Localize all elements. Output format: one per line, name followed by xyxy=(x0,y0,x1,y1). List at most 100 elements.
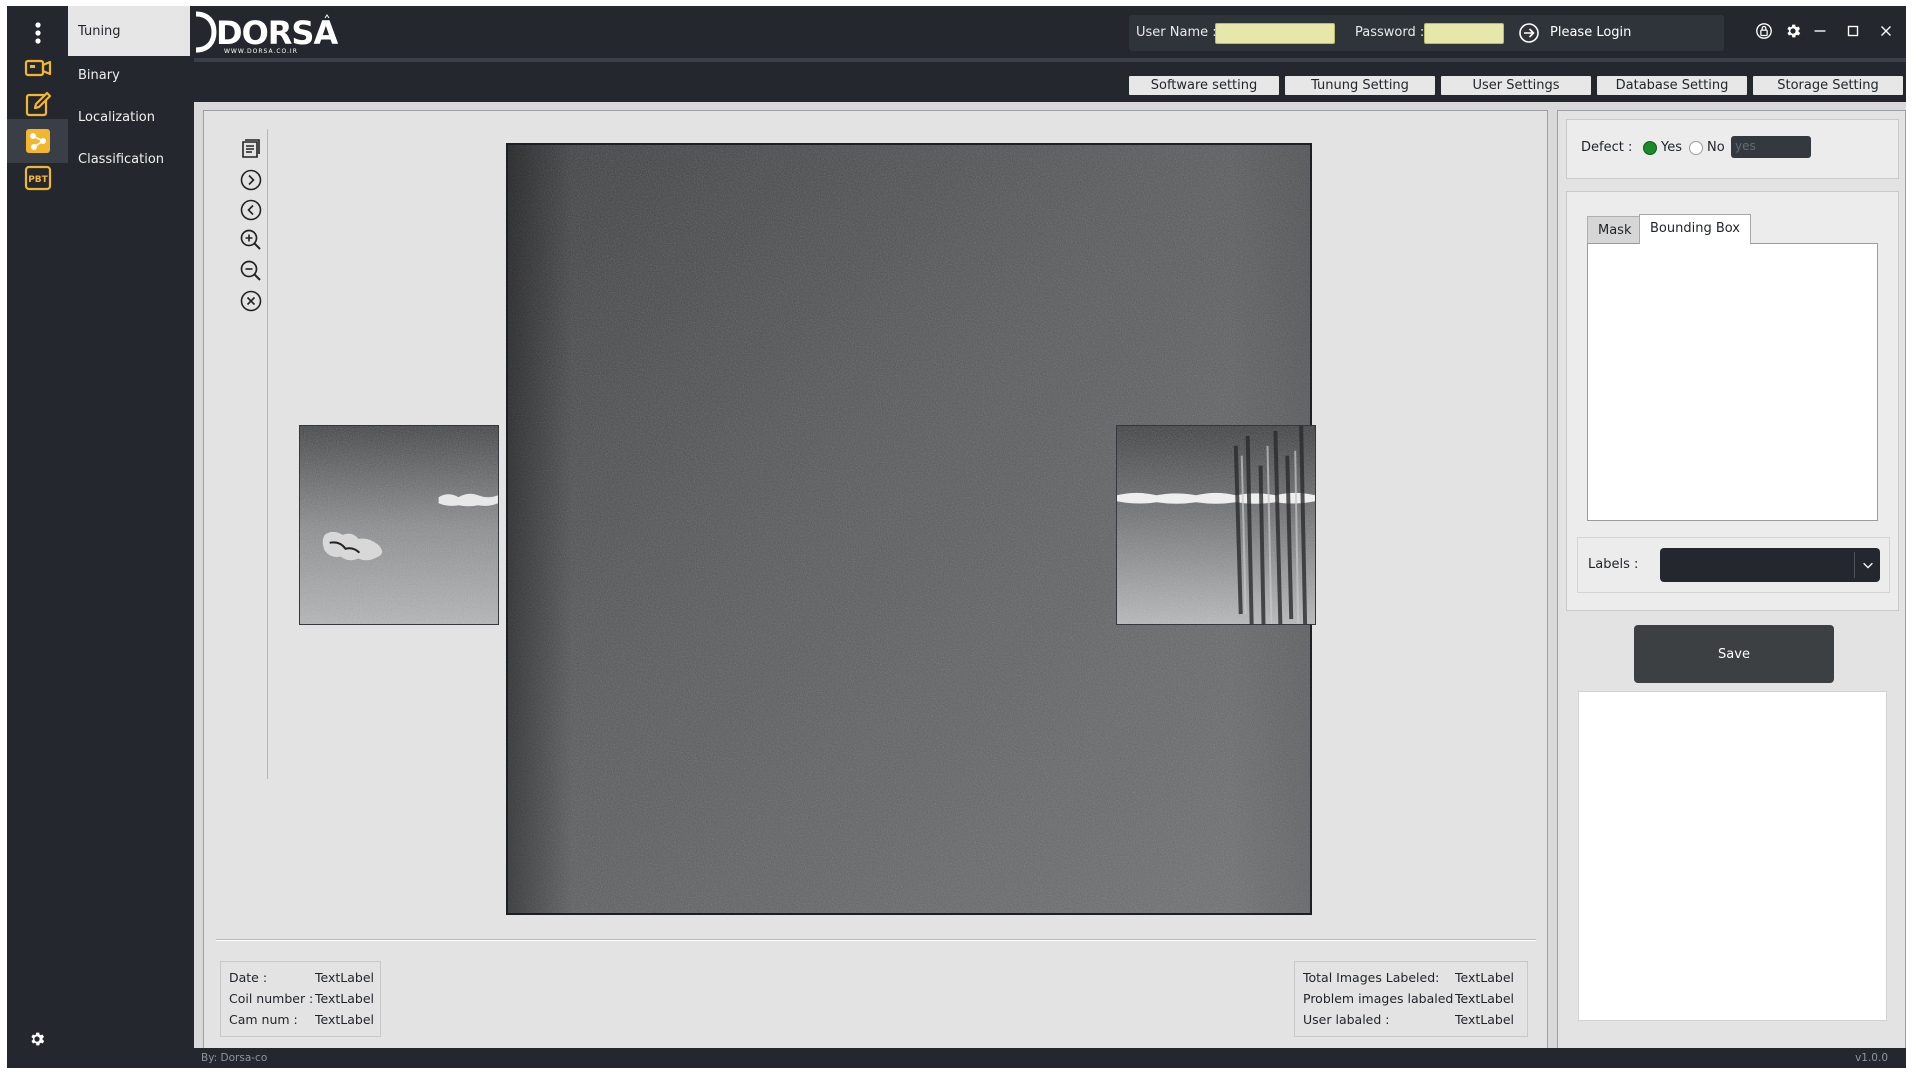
labels-dropdown-toggle[interactable] xyxy=(1854,552,1880,578)
svg-text:PBT: PBT xyxy=(28,175,48,185)
kebab-menu-icon xyxy=(34,22,41,44)
close-circle-icon xyxy=(240,290,262,312)
close-icon xyxy=(1881,26,1891,36)
status-footer: By: Dorsa-co v1.0.0 xyxy=(194,1048,1906,1068)
date-value: TextLabel xyxy=(315,970,375,985)
save-button[interactable]: Save xyxy=(1634,625,1834,683)
minimize-icon xyxy=(1814,30,1826,32)
tab-tuning-setting[interactable]: Tunung Setting xyxy=(1285,76,1435,95)
tab-bounding-box[interactable]: Bounding Box xyxy=(1639,214,1752,244)
sub-navigation: Tuning Binary Localization Classificatio… xyxy=(68,6,194,1068)
rail-settings-button[interactable] xyxy=(22,1024,52,1054)
previous-thumbnail[interactable] xyxy=(299,425,499,625)
tab-software-setting[interactable]: Software setting xyxy=(1129,76,1279,95)
steel-surface-thumbnail-image xyxy=(1117,426,1315,624)
lock-icon xyxy=(1756,23,1772,39)
password-input[interactable] xyxy=(1424,23,1504,44)
username-input[interactable] xyxy=(1215,23,1335,44)
minimize-button[interactable] xyxy=(1809,20,1831,42)
clear-button[interactable] xyxy=(236,286,266,316)
zoom-in-icon xyxy=(240,229,261,250)
edit-icon xyxy=(25,91,51,117)
total-images-value: TextLabel xyxy=(1455,970,1515,985)
zoom-out-icon xyxy=(240,260,261,281)
defect-no-label: No xyxy=(1707,140,1725,155)
defect-yes-label: Yes xyxy=(1661,140,1682,155)
password-label: Password : xyxy=(1355,25,1425,40)
output-panel xyxy=(1578,691,1887,1021)
defect-yes-radio[interactable] xyxy=(1643,141,1657,155)
close-button[interactable] xyxy=(1875,20,1897,42)
zoom-in-button[interactable] xyxy=(236,225,266,255)
open-folder-button[interactable] xyxy=(236,133,266,163)
previous-image-button[interactable] xyxy=(236,195,266,225)
subnav-item-label: Classification xyxy=(78,151,165,167)
username-label: User Name : xyxy=(1136,25,1217,40)
settings-button[interactable] xyxy=(1782,20,1804,42)
next-thumbnail[interactable] xyxy=(1116,425,1316,625)
annotation-box: Mask Bounding Box Labels : xyxy=(1566,191,1899,611)
maximize-button[interactable] xyxy=(1842,20,1864,42)
cam-num-value: TextLabel xyxy=(315,1012,375,1027)
tab-database-setting[interactable]: Database Setting xyxy=(1597,76,1747,95)
labels-row: Labels : xyxy=(1577,537,1890,593)
zoom-out-button[interactable] xyxy=(236,256,266,286)
footer-version: v1.0.0 xyxy=(1855,1052,1888,1064)
pbt-icon: PBT xyxy=(24,165,51,191)
total-images-label: Total Images Labeled: xyxy=(1303,970,1440,985)
coil-number-label: Coil number : xyxy=(229,991,314,1006)
user-lock-button[interactable] xyxy=(1753,20,1775,42)
app-window: PBT Tuning Binary Localization Classific… xyxy=(7,6,1906,1068)
login-box: User Name : Password : Please Login xyxy=(1129,15,1724,51)
dorsa-logo: DORSA WWW.DORSA.CO.IR xyxy=(195,11,339,55)
maximize-icon xyxy=(1847,25,1859,37)
labels-label: Labels : xyxy=(1588,557,1639,572)
tab-storage-setting[interactable]: Storage Setting xyxy=(1753,76,1903,95)
subnav-item-label: Tuning xyxy=(78,23,121,39)
chevron-down-icon xyxy=(1862,562,1873,569)
subnav-item-label: Localization xyxy=(78,109,155,125)
steel-surface-thumbnail-image xyxy=(300,426,498,624)
login-arrow-icon[interactable] xyxy=(1517,21,1541,45)
labels-dropdown[interactable] xyxy=(1660,548,1880,582)
nodes-icon xyxy=(25,129,50,153)
labeling-panel: Defect : Yes No yes Mask Bounding Box La… xyxy=(1557,110,1906,1054)
image-viewer-panel: Date : TextLabel Coil number : TextLabel… xyxy=(203,110,1548,1054)
next-image-button[interactable] xyxy=(236,165,266,195)
stack-icon xyxy=(242,139,260,158)
subnav-item-label: Binary xyxy=(78,67,120,83)
gear-icon xyxy=(1787,24,1801,38)
subnav-item-tuning[interactable]: Tuning xyxy=(68,6,190,56)
footer-credit: By: Dorsa-co xyxy=(201,1052,268,1064)
save-button-label: Save xyxy=(1718,646,1750,662)
defect-label: Defect : xyxy=(1581,140,1633,155)
user-labeled-label: User labaled : xyxy=(1303,1012,1390,1027)
gear-icon xyxy=(31,1032,45,1046)
image-info-box: Date : TextLabel Coil number : TextLabel… xyxy=(220,961,381,1037)
tab-mask[interactable]: Mask xyxy=(1587,216,1643,244)
defect-value-field[interactable]: yes xyxy=(1731,136,1811,158)
defect-box: Defect : Yes No yes xyxy=(1566,119,1899,179)
user-labeled-value: TextLabel xyxy=(1455,1012,1515,1027)
viewer-divider xyxy=(216,939,1536,941)
rail-pbt-button[interactable]: PBT xyxy=(7,156,68,200)
tab-user-settings[interactable]: User Settings xyxy=(1441,76,1591,95)
subnav-item-classification[interactable]: Classification xyxy=(68,134,190,184)
chevron-left-circle-icon xyxy=(240,199,262,221)
annotation-tab-panel[interactable] xyxy=(1587,243,1878,521)
chevron-right-circle-icon xyxy=(240,169,262,191)
date-label: Date : xyxy=(229,970,268,985)
settings-tab-bar: Software setting Tunung Setting User Set… xyxy=(194,62,1906,102)
cam-num-label: Cam num : xyxy=(229,1012,298,1027)
login-status-text[interactable]: Please Login xyxy=(1550,25,1631,40)
viewer-toolbar xyxy=(236,129,268,779)
problem-images-label: Problem images labaled : xyxy=(1303,991,1462,1006)
header-bar: DORSA WWW.DORSA.CO.IR User Name : Passwo… xyxy=(194,6,1906,58)
defect-no-radio[interactable] xyxy=(1689,141,1703,155)
camera-icon xyxy=(24,59,51,77)
coil-number-value: TextLabel xyxy=(315,991,375,1006)
svg-text:DORSA: DORSA xyxy=(216,14,338,52)
label-stats-box: Total Images Labeled: TextLabel Problem … xyxy=(1294,961,1528,1037)
svg-text:WWW.DORSA.CO.IR: WWW.DORSA.CO.IR xyxy=(224,48,298,55)
icon-rail: PBT xyxy=(7,6,68,1068)
